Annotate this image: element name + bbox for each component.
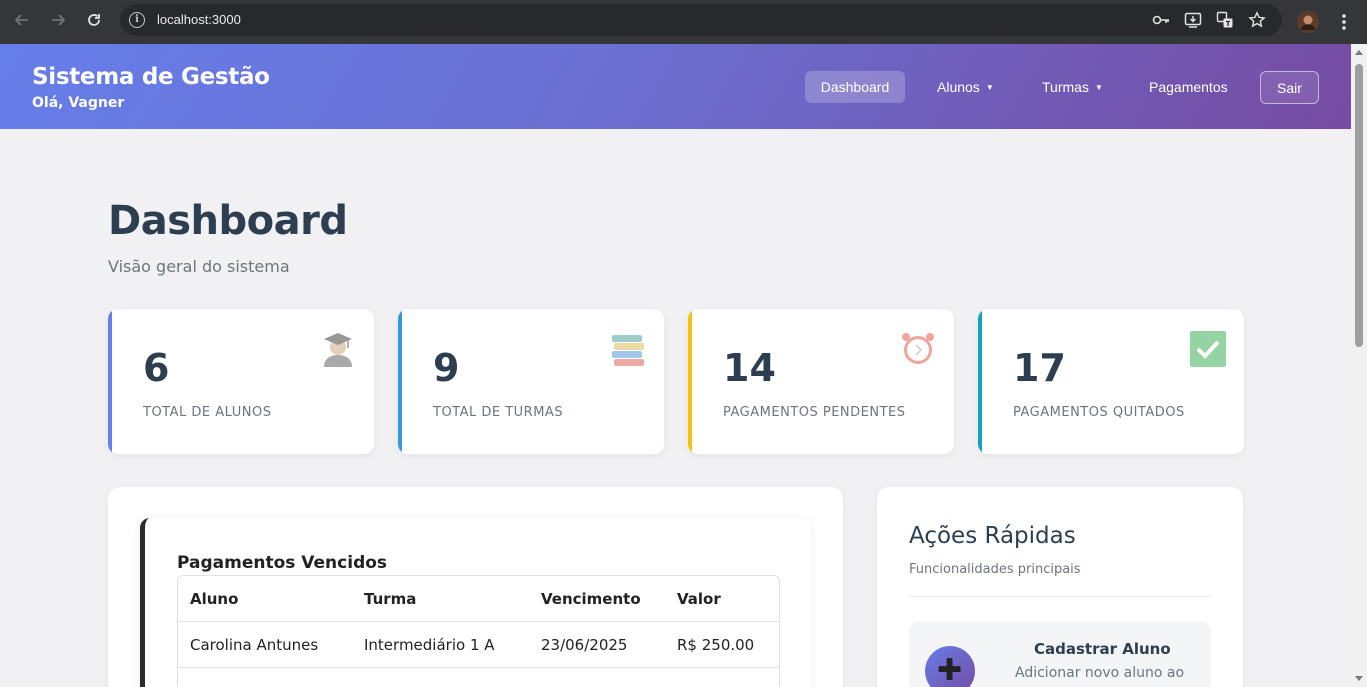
plus-icon: ✚ — [925, 646, 975, 687]
stat-card-pagamentos-quitados: 17 PAGAMENTOS QUITADOS — [978, 309, 1244, 454]
nav-turmas-label: Turmas — [1042, 79, 1089, 95]
cell-aluno: Carolina Antunes — [178, 622, 352, 668]
quick-action-title: Cadastrar Aluno — [1034, 640, 1171, 658]
quick-actions-title: Ações Rápidas — [909, 523, 1076, 549]
stat-value: 17 — [1013, 346, 1066, 390]
stat-card-pagamentos-pendentes: 14 PAGAMENTOS PENDENTES — [688, 309, 954, 454]
stat-value: 14 — [723, 346, 776, 390]
stat-label: TOTAL DE ALUNOS — [143, 405, 272, 420]
reload-icon[interactable] — [82, 8, 106, 32]
quick-actions-panel: Ações Rápidas Funcionalidades principais… — [877, 487, 1243, 687]
table-row: Carolina Antunes Intermediário 1 A 23/06… — [178, 622, 779, 668]
nav-turmas[interactable]: Turmas ▼ — [1026, 71, 1119, 103]
nav-dashboard[interactable]: Dashboard — [805, 71, 905, 103]
user-greeting: Olá, Vagner — [32, 95, 125, 111]
url-text[interactable]: localhost:3000 — [157, 12, 241, 27]
overdue-table: Aluno Turma Vencimento Valor Carolina An… — [177, 575, 780, 687]
check-mark-icon — [1190, 331, 1226, 367]
quick-action-cadastrar-aluno[interactable]: ✚ Cadastrar Aluno Adicionar novo aluno a… — [909, 622, 1211, 687]
stat-card-total-alunos: 6 TOTAL DE ALUNOS — [108, 309, 374, 454]
page-scrollbar[interactable] — [1351, 44, 1367, 687]
column-header-vencimento: Vencimento — [529, 576, 665, 622]
nav-pagamentos-label: Pagamentos — [1149, 79, 1228, 95]
install-app-icon[interactable] — [1184, 11, 1202, 29]
nav-dashboard-label: Dashboard — [820, 79, 890, 95]
site-info-icon[interactable]: i — [129, 12, 145, 28]
logout-button[interactable]: Sair — [1260, 71, 1319, 104]
column-header-valor: Valor — [665, 576, 779, 622]
brand-title: Sistema de Gestão — [32, 64, 270, 90]
student-icon — [324, 333, 352, 367]
cell-empty — [665, 668, 779, 687]
translate-icon[interactable] — [1216, 11, 1234, 29]
nav-alunos-label: Alunos — [937, 79, 980, 95]
card-accent — [398, 309, 402, 454]
page-title: Dashboard — [108, 198, 348, 244]
cell-turma: Intermediário 1 A — [352, 622, 529, 668]
stat-label: PAGAMENTOS QUITADOS — [1013, 405, 1185, 420]
address-bar[interactable]: i localhost:3000 — [120, 4, 1282, 36]
cell-vencimento: 23/06/2025 — [529, 622, 665, 668]
bookmark-star-icon[interactable] — [1248, 11, 1266, 29]
cell-empty — [352, 668, 529, 687]
stat-value: 9 — [433, 346, 460, 390]
stat-label: PAGAMENTOS PENDENTES — [723, 405, 906, 420]
app-header: Sistema de Gestão Olá, Vagner Dashboard … — [0, 44, 1351, 129]
scrollbar-thumb[interactable] — [1355, 64, 1363, 347]
scroll-up-icon[interactable] — [1355, 50, 1363, 55]
overdue-title: Pagamentos Vencidos — [177, 553, 388, 573]
overdue-panel: Pagamentos Vencidos Aluno Turma Vencimen… — [108, 487, 843, 687]
profile-avatar[interactable] — [1297, 0, 1319, 44]
table-row — [178, 668, 779, 687]
forward-icon[interactable] — [46, 8, 70, 32]
books-icon — [612, 335, 644, 366]
nav-pagamentos[interactable]: Pagamentos — [1133, 71, 1244, 103]
card-accent — [978, 309, 982, 454]
stat-card-total-turmas: 9 TOTAL DE TURMAS — [398, 309, 664, 454]
table-header-row: Aluno Turma Vencimento Valor — [178, 576, 779, 622]
password-key-icon[interactable] — [1152, 11, 1170, 29]
browser-toolbar: i localhost:3000 — [0, 0, 1367, 44]
stat-value: 6 — [143, 346, 170, 390]
column-header-aluno: Aluno — [178, 576, 352, 622]
divider — [909, 596, 1211, 597]
stat-label: TOTAL DE TURMAS — [433, 405, 564, 420]
overdue-card: Pagamentos Vencidos Aluno Turma Vencimen… — [140, 518, 811, 687]
caret-down-icon: ▼ — [985, 82, 994, 92]
column-header-turma: Turma — [352, 576, 529, 622]
card-accent — [108, 309, 112, 454]
caret-down-icon: ▼ — [1094, 82, 1103, 92]
cell-valor: R$ 250.00 — [665, 622, 779, 668]
cell-empty — [529, 668, 665, 687]
quick-actions-subtitle: Funcionalidades principais — [909, 562, 1081, 577]
quick-action-description: Adicionar novo aluno ao — [1015, 665, 1185, 681]
card-accent — [688, 309, 692, 454]
browser-menu-icon[interactable] — [1336, 0, 1352, 44]
scroll-down-icon[interactable] — [1355, 676, 1363, 681]
nav-alunos[interactable]: Alunos ▼ — [921, 71, 1010, 103]
alarm-clock-icon — [902, 333, 934, 364]
back-icon[interactable] — [10, 8, 34, 32]
page-subtitle: Visão geral do sistema — [108, 257, 290, 276]
cell-empty — [178, 668, 352, 687]
